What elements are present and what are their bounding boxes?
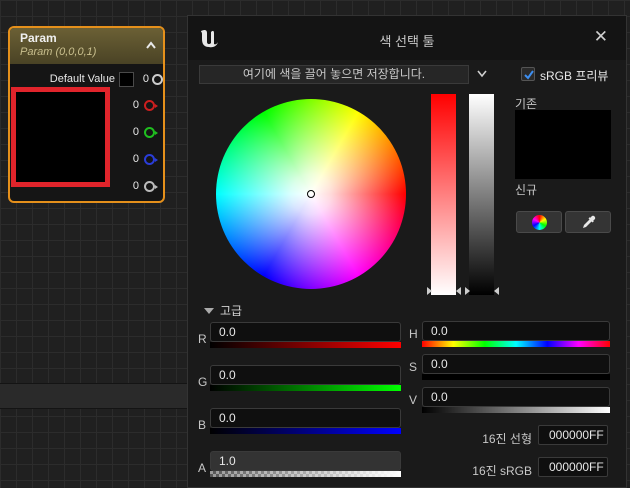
expand-arrow-icon [204,308,214,314]
node-header[interactable]: Param Param (0,0,0,1) [10,28,163,64]
g-input[interactable]: 0.0 [210,365,401,385]
pin-value-b: 0 [132,153,139,165]
pin-value-g: 0 [132,126,139,138]
color-wheel-cursor[interactable] [307,190,315,198]
node-subtitle: Param (0,0,0,1) [20,46,97,58]
r-input[interactable]: 0.0 [210,322,401,342]
s-input[interactable]: 0.0 [422,354,610,374]
output-pin-a[interactable] [144,181,158,192]
v-label: V [409,393,418,407]
h-slider[interactable] [422,341,610,347]
window-title: 색 선택 툴 [379,34,435,49]
pin-value-a: 0 [132,180,139,192]
value-marker-right[interactable] [494,287,499,295]
old-color-swatch[interactable] [515,110,611,179]
r-label: R [198,332,207,346]
a-input[interactable]: 1.0 [210,451,401,471]
chevron-down-icon[interactable] [477,67,487,78]
pin-value-r: 0 [132,99,139,111]
node-color-preview [11,87,110,187]
color-wheel[interactable] [216,99,406,289]
saturation-marker-right[interactable] [456,287,461,295]
srgb-preview-checkbox[interactable] [521,67,535,81]
saturation-marker-left[interactable] [427,287,432,295]
pin-row-b: 0 [117,153,158,167]
default-value-swatch[interactable] [119,72,134,87]
graph-comment-band [0,383,190,409]
a-label: A [198,461,207,475]
output-pin-r[interactable] [144,100,158,111]
s-slider[interactable] [422,374,610,380]
g-slider[interactable] [210,385,401,391]
pin-row-r: 0 [117,99,158,113]
h-input[interactable]: 0.0 [422,321,610,341]
default-value-number: 0 [142,73,149,85]
b-label: B [198,418,207,432]
g-label: G [198,375,208,389]
close-icon[interactable]: ✕ [594,27,608,47]
r-slider[interactable] [210,342,401,348]
saturation-slider[interactable] [431,94,456,295]
node-title: Param [20,31,57,45]
eyedropper-icon [581,215,596,233]
v-slider[interactable] [422,407,610,413]
output-pin-b[interactable] [144,154,158,165]
value-slider[interactable] [469,94,494,295]
param-node[interactable]: Param Param (0,0,0,1) Default Value 0 0 … [8,26,165,203]
pin-row-a: 0 [117,180,158,194]
default-value-label: Default Value [49,73,115,85]
b-slider[interactable] [210,428,401,434]
color-picker-window: 색 선택 툴 ✕ 여기에 색을 끌어 놓으면 저장합니다. sRGB 프리뷰 기… [187,15,627,488]
eyedropper-button[interactable] [565,211,611,233]
hex-linear-label: 16진 선형 [482,432,532,446]
b-input[interactable]: 0.0 [210,408,401,428]
advanced-section-toggle[interactable]: 고급 [204,302,242,319]
h-label: H [409,327,418,341]
color-drop-zone[interactable]: 여기에 색을 끌어 놓으면 저장합니다. [199,65,469,84]
value-marker-left[interactable] [465,287,470,295]
color-wheel-button[interactable] [516,211,562,233]
output-pin-g[interactable] [144,127,158,138]
pin-row-g: 0 [117,126,158,140]
default-value-row: Default Value 0 [10,72,163,88]
new-color-label: 신규 [515,183,538,197]
v-input[interactable]: 0.0 [422,387,610,407]
node-body: Default Value 0 0 0 0 0 [10,64,163,201]
color-wheel-icon [532,215,547,230]
advanced-label: 고급 [220,304,243,318]
a-slider[interactable] [210,471,401,477]
s-label: S [409,360,418,374]
hex-srgb-label: 16진 sRGB [472,464,532,478]
title-bar[interactable]: 색 선택 툴 ✕ [188,16,626,60]
collapse-icon[interactable] [146,40,156,52]
srgb-preview-label[interactable]: sRGB 프리뷰 [540,67,608,84]
hex-srgb-input[interactable]: 000000FF [538,457,608,477]
output-pin-rgba[interactable] [152,74,163,85]
hex-linear-input[interactable]: 000000FF [538,425,608,445]
